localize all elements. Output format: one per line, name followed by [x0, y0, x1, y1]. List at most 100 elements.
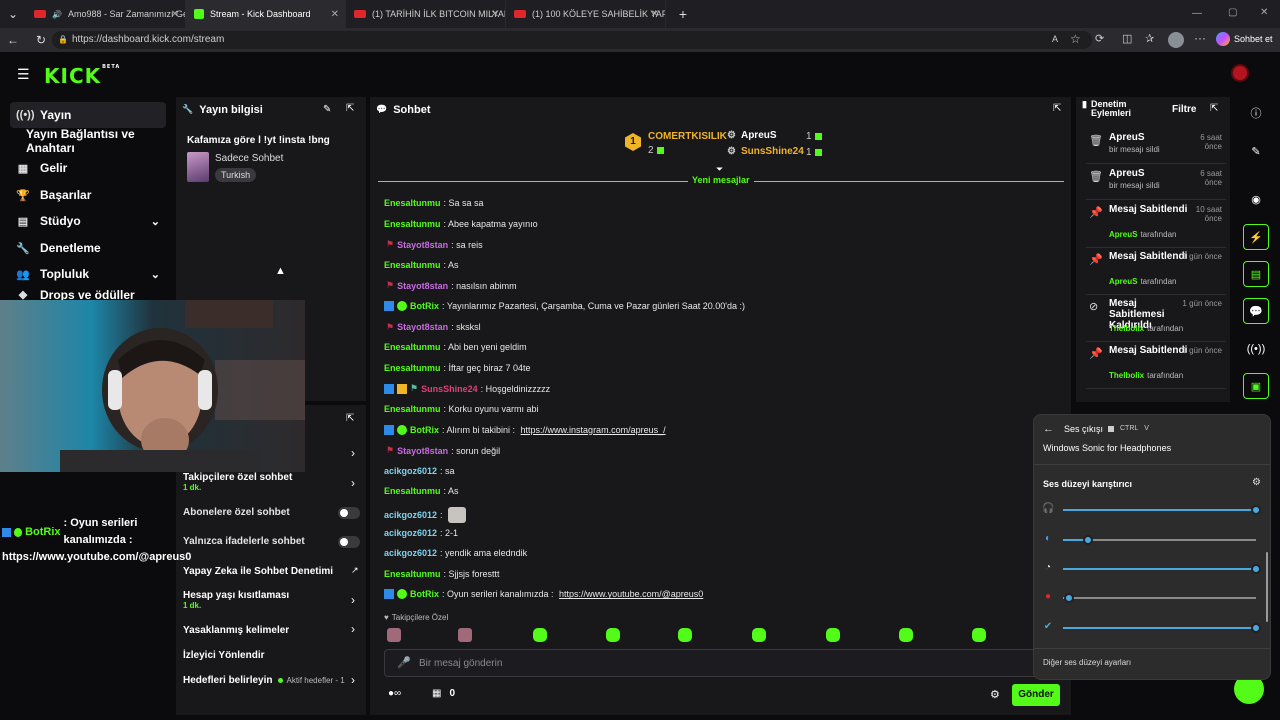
mixer-settings-icon[interactable]: ⚙ — [1252, 477, 1261, 488]
setting-redirect-viewers[interactable]: İzleyici Yönlendir — [183, 650, 265, 661]
chat-message[interactable]: ⚑ Stayot8stan: sorun değil — [384, 445, 500, 456]
popout-icon[interactable]: ⇱ — [1210, 103, 1218, 114]
chat-message[interactable]: BotRix: Alırım bi takibini : https://www… — [384, 424, 666, 435]
volume-slider-thumb[interactable] — [1251, 623, 1261, 633]
sidebar-item-yayin[interactable]: ((•)) Yayın — [10, 102, 166, 128]
chat-message[interactable]: acikgoz6012: 2-1 — [384, 528, 458, 538]
external-link-icon[interactable]: ↗ — [351, 565, 359, 576]
sidebar-item-basarilar[interactable]: 🏆 Başarılar — [10, 182, 166, 208]
tab-close-icon[interactable]: ✕ — [171, 9, 179, 20]
emote-icon[interactable] — [752, 628, 766, 642]
chat-link[interactable]: https://www.instagram.com/apreus_/ — [521, 425, 666, 435]
chat-username[interactable]: BotRix — [410, 589, 439, 599]
output-device-name[interactable]: Windows Sonic for Headphones — [1043, 443, 1171, 453]
chat-input[interactable]: 🎤 Bir mesaj gönderin — [384, 649, 1064, 677]
chat-username[interactable]: Enesaltunmu — [384, 219, 441, 229]
mod-log-item[interactable]: 📌 Mesaj Sabitlendi Thelbolix tarafından 1 gü… — [1086, 345, 1226, 389]
mod-log-actor[interactable]: ApreuS — [1109, 230, 1137, 239]
emote-icon[interactable] — [533, 628, 547, 642]
send-button[interactable]: Gönder — [1012, 684, 1060, 706]
copilot-chat-button[interactable]: Sohbet et — [1216, 32, 1273, 46]
browser-tab-1[interactable]: Stream - Kick Dashboard ✕ — [186, 0, 346, 28]
new-tab-icon[interactable]: + — [674, 5, 692, 23]
chat-username[interactable]: Enesaltunmu — [384, 486, 441, 496]
mod-log-actor[interactable]: ApreuS — [1109, 277, 1137, 286]
sidebar-item-topluluk[interactable]: 👥 Topluluk ⌄ — [10, 261, 166, 287]
notes-icon[interactable]: ▤ — [1243, 261, 1269, 287]
chat-username[interactable]: Enesaltunmu — [384, 363, 441, 373]
sidebar-item-drops[interactable]: ◆ Drops ve ödüller — [10, 288, 166, 300]
camera-icon[interactable]: ◉ — [1243, 186, 1269, 212]
leaderboard-name-2[interactable]: ⚙ ApreuS — [727, 130, 777, 141]
browser-tab-3[interactable]: (1) 100 KÖLEYE SAHİBELİK YAPTIM ✕ — [506, 0, 666, 28]
tab-close-icon[interactable]: ✕ — [331, 9, 339, 20]
chat-message[interactable]: ⚑ Stayot8stan: sa reis — [384, 239, 483, 250]
emote-icon[interactable] — [458, 628, 472, 642]
sidebar-item-studyo[interactable]: ▤ Stüdyo ⌄ — [10, 208, 166, 234]
mod-log-filter-button[interactable]: Filtre — [1172, 104, 1196, 115]
flash-icon[interactable]: ⚡ — [1243, 224, 1269, 250]
volume-slider-thumb[interactable] — [1251, 505, 1261, 515]
chat-message[interactable]: Enesaltunmu: As — [384, 260, 459, 270]
chat-message[interactable]: ⚑ Stayot8stan: nasılsın abimm — [384, 280, 517, 291]
chevron-right-icon[interactable]: › — [351, 673, 355, 687]
mod-log-item[interactable]: ⊘ Mesaj Sabitlemesi Kaldırıldı Thelbolix ta… — [1086, 298, 1226, 342]
reload-icon[interactable]: ↻ — [32, 31, 50, 49]
chat-username[interactable]: Stayot8stan — [397, 446, 448, 456]
chevron-right-icon[interactable]: › — [351, 476, 355, 490]
chat-message[interactable]: Enesaltunmu: Korku oyunu varmı abi — [384, 404, 539, 414]
emote-icon[interactable] — [606, 628, 620, 642]
more-menu-icon[interactable]: ··· — [1194, 31, 1206, 45]
setting-banned-words[interactable]: Yasaklanmış kelimeler — [183, 625, 289, 636]
emote-icon[interactable] — [678, 628, 692, 642]
volume-slider[interactable] — [1063, 593, 1256, 603]
chat-settings-gear-icon[interactable]: ⚙ — [990, 688, 1000, 701]
edit-icon[interactable]: ✎ — [1243, 138, 1269, 164]
info-icon[interactable]: ⓘ — [1243, 100, 1269, 126]
window-close-icon[interactable]: ✕ — [1260, 7, 1268, 18]
chat-message[interactable]: BotRix: Oyun serileri kanalımızda : http… — [384, 589, 703, 600]
chat-link[interactable]: https://www.youtube.com/@apreus0 — [559, 589, 703, 599]
chat-message[interactable]: Enesaltunmu: Sa sa sa — [384, 198, 484, 208]
subscribers-only-toggle[interactable] — [338, 507, 360, 519]
url-field[interactable]: 🔒 https://dashboard.kick.com/stream — [52, 31, 1092, 49]
mod-log-item[interactable]: 📌 Mesaj Sabitlendi ApreuS tarafından 10 saat… — [1086, 204, 1226, 248]
setting-followers-only[interactable]: Takipçilere özel sohbet 1 dk. — [183, 472, 292, 492]
chat-username[interactable]: Enesaltunmu — [384, 569, 441, 579]
emote-icon[interactable] — [387, 628, 401, 642]
browser-tab-0[interactable]: 🔊 Amo988 - Sar Zamanımızı Ge ✕ — [26, 0, 186, 28]
chat-message[interactable]: BotRix: Yayınlarımız Pazartesi, Çarşamba… — [384, 301, 745, 311]
chat-username[interactable]: acikgoz6012 — [384, 466, 437, 476]
leaderboard-name-1[interactable]: COMERTKISILIK — [648, 131, 727, 142]
chat-message[interactable]: ⚑ SunsShine24: Hoşgeldinizzzzz — [384, 383, 550, 394]
popout-icon[interactable]: ⇱ — [346, 103, 354, 114]
tab-close-icon[interactable]: ✕ — [491, 9, 499, 20]
mod-log-item[interactable]: 🗑 ApreuS bir mesajı sildi 6 saat önce — [1086, 132, 1226, 164]
chat-message[interactable]: acikgoz6012: — [384, 507, 466, 523]
browser-tab-2[interactable]: (1) TARİHİN İLK BITCOIN MILYARD ✕ — [346, 0, 506, 28]
volume-slider[interactable] — [1063, 535, 1256, 545]
mod-log-actor[interactable]: Thelbolix — [1109, 371, 1144, 380]
chat-username[interactable]: acikgoz6012 — [384, 528, 437, 538]
chat-message[interactable]: acikgoz6012: yendik ama eledndik — [384, 548, 527, 558]
chat-message[interactable]: ⚑ Stayot8stan: sksksl — [384, 322, 481, 333]
chevron-right-icon[interactable]: › — [351, 446, 355, 460]
mod-log-actor[interactable]: Thelbolix — [1109, 324, 1144, 333]
chat-username[interactable]: SunsShine24 — [421, 384, 478, 394]
emote-icon[interactable] — [972, 628, 986, 642]
chat-username[interactable]: Enesaltunmu — [384, 404, 441, 414]
more-volume-settings-link[interactable]: Diğer ses düzeyi ayarları — [1043, 658, 1131, 667]
read-aloud-icon[interactable]: A — [1052, 34, 1058, 44]
chat-username[interactable]: acikgoz6012 — [384, 510, 437, 520]
emote-icon[interactable] — [899, 628, 913, 642]
chat-username[interactable]: BotRix — [410, 425, 439, 435]
chat-username[interactable]: Enesaltunmu — [384, 260, 441, 270]
layout-icon[interactable]: ▣ — [1243, 373, 1269, 399]
favorite-star-icon[interactable]: ☆ — [1070, 32, 1081, 46]
filter-icon[interactable]: ⏷ — [716, 164, 723, 175]
chat-message[interactable]: Enesaltunmu: İftar geç biraz 7 04te — [384, 363, 531, 373]
popout-icon[interactable]: ⇱ — [346, 413, 354, 424]
hamburger-menu-icon[interactable]: ☰ — [17, 66, 30, 83]
chevron-right-icon[interactable]: › — [351, 593, 355, 607]
chat-username[interactable]: BotRix — [410, 301, 439, 311]
